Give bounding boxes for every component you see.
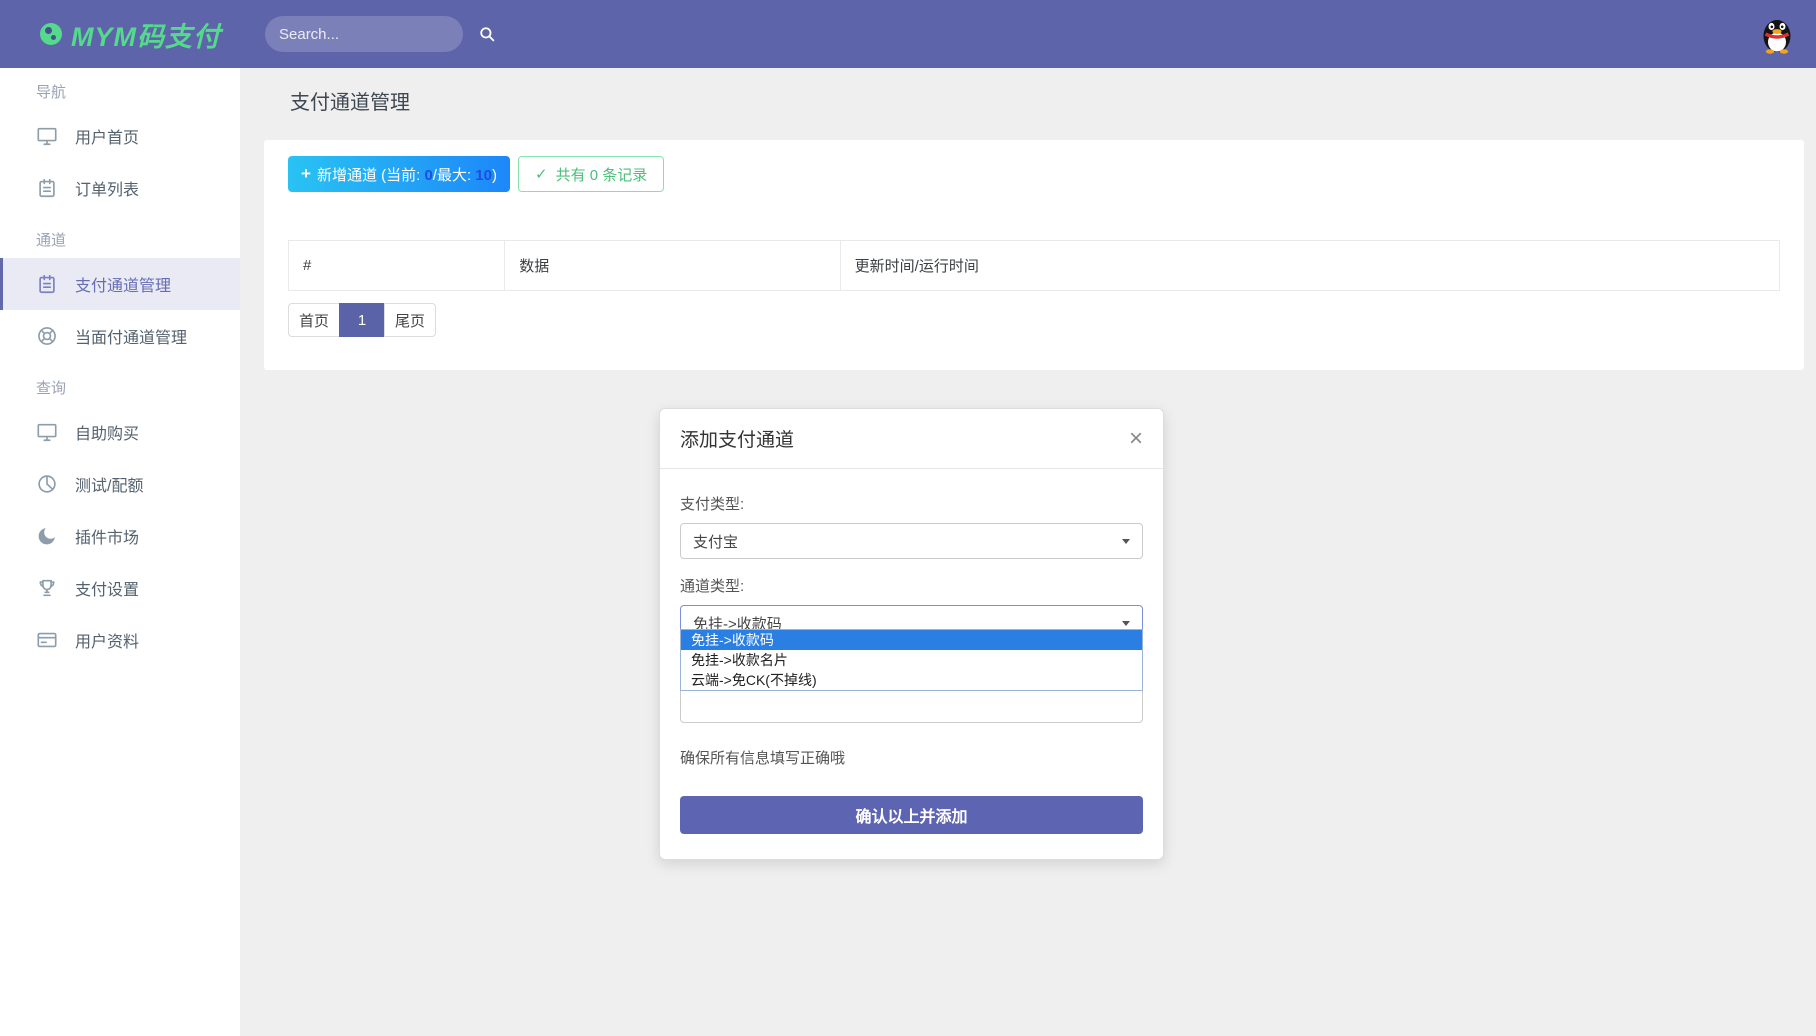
sidebar: 导航 用户首页 订单列表 通道 支付通道管理 当面付通道管理	[0, 68, 240, 1036]
check-icon: ✓	[535, 165, 548, 183]
dropdown-option-cloud[interactable]: 云端->免CK(不掉线)	[681, 670, 1142, 690]
table-header-time: 更新时间/运行时间	[840, 241, 1779, 291]
page-title: 支付通道管理	[290, 86, 410, 115]
topbar: MYM码支付	[0, 0, 1816, 68]
records-count-label: 共有 0 条记录	[556, 164, 648, 185]
table-header-data: 数据	[505, 241, 840, 291]
sidebar-item-test-quota[interactable]: 测试/配额	[0, 458, 240, 510]
dropdown-option-qr[interactable]: 免挂->收款码	[681, 630, 1142, 650]
pagination-first-button[interactable]: 首页	[288, 303, 340, 337]
modal-body: 支付类型: 支付宝 通道类型: 免挂->收款码 免挂->收款码 免挂->收款名片…	[660, 469, 1163, 834]
app-logo[interactable]: MYM码支付	[40, 0, 221, 68]
sidebar-section-channel: 通道	[0, 224, 240, 258]
avatar[interactable]	[1756, 13, 1798, 55]
max-count: 10	[475, 167, 492, 184]
sidebar-item-plugin-market[interactable]: 插件市场	[0, 510, 240, 562]
clipboard-icon	[36, 177, 58, 199]
pagination-page-1-button[interactable]: 1	[339, 303, 385, 337]
modal-note: 确保所有信息填写正确哦	[680, 747, 1143, 768]
sidebar-item-label: 订单列表	[75, 176, 139, 200]
sidebar-item-payment-channel-mgmt[interactable]: 支付通道管理	[0, 258, 240, 310]
pagination: 首页 1 尾页	[288, 303, 436, 337]
sidebar-item-self-purchase[interactable]: 自助购买	[0, 406, 240, 458]
sidebar-item-payment-settings[interactable]: 支付设置	[0, 562, 240, 614]
sidebar-item-label: 测试/配额	[75, 472, 143, 496]
logo-icon	[40, 23, 62, 45]
logo-text: MYM码支付	[71, 15, 221, 54]
table-header-row: # 数据 更新时间/运行时间	[289, 241, 1780, 291]
payment-type-select[interactable]: 支付宝	[680, 523, 1143, 559]
table-header-index: #	[289, 241, 505, 291]
chevron-down-icon	[1122, 539, 1130, 544]
channel-type-dropdown: 免挂->收款码 免挂->收款名片 云端->免CK(不掉线)	[680, 629, 1143, 691]
dropdown-option-card[interactable]: 免挂->收款名片	[681, 650, 1142, 670]
sidebar-item-label: 用户首页	[75, 124, 139, 148]
toolbar: + 新增通道 (当前: 0/最大: 10) ✓ 共有 0 条记录	[288, 156, 1780, 192]
close-icon[interactable]: ×	[1129, 427, 1143, 451]
sidebar-item-label: 当面付通道管理	[75, 324, 187, 348]
records-count-button[interactable]: ✓ 共有 0 条记录	[518, 156, 664, 192]
content-card: + 新增通道 (当前: 0/最大: 10) ✓ 共有 0 条记录 # 数据 更新…	[264, 140, 1804, 370]
search-input[interactable]	[279, 26, 478, 43]
penguin-avatar-icon	[1756, 13, 1798, 55]
id-card-icon	[36, 629, 58, 651]
sidebar-item-f2f-channel-mgmt[interactable]: 当面付通道管理	[0, 310, 240, 362]
channels-table: # 数据 更新时间/运行时间	[288, 240, 1780, 291]
sidebar-item-label: 支付通道管理	[75, 272, 171, 296]
clipboard-icon	[36, 273, 58, 295]
sidebar-item-label: 用户资料	[75, 628, 139, 652]
sidebar-section-nav: 导航	[0, 76, 240, 110]
search-icon[interactable]	[478, 25, 496, 43]
desktop-icon	[36, 421, 58, 443]
add-channel-modal: 添加支付通道 × 支付类型: 支付宝 通道类型: 免挂->收款码 免挂->收款码…	[659, 408, 1164, 860]
sidebar-item-label: 支付设置	[75, 576, 139, 600]
channel-type-label: 通道类型:	[680, 575, 1143, 596]
trophy-icon	[36, 577, 58, 599]
life-ring-icon	[36, 325, 58, 347]
sidebar-item-label: 插件市场	[75, 524, 139, 548]
screen: MYM码支付 导航	[0, 0, 1816, 1036]
confirm-add-button[interactable]: 确认以上并添加	[680, 796, 1143, 834]
sidebar-item-label: 自助购买	[75, 420, 139, 444]
desktop-icon	[36, 125, 58, 147]
pie-chart-icon	[36, 473, 58, 495]
moon-icon	[36, 525, 58, 547]
sidebar-item-order-list[interactable]: 订单列表	[0, 162, 240, 214]
payment-type-label: 支付类型:	[680, 493, 1143, 514]
plus-icon: +	[301, 164, 311, 184]
payment-type-value: 支付宝	[693, 531, 738, 552]
sidebar-item-user-profile[interactable]: 用户资料	[0, 614, 240, 666]
sidebar-section-query: 查询	[0, 372, 240, 406]
add-channel-button[interactable]: + 新增通道 (当前: 0/最大: 10)	[288, 156, 510, 192]
modal-header: 添加支付通道 ×	[660, 409, 1163, 469]
pagination-last-button[interactable]: 尾页	[384, 303, 436, 337]
sidebar-item-user-home[interactable]: 用户首页	[0, 110, 240, 162]
current-count: 0	[424, 167, 432, 184]
add-channel-label: 新增通道 (当前: 0/最大: 10)	[317, 164, 497, 185]
search-bar[interactable]	[265, 16, 463, 52]
chevron-down-icon	[1122, 621, 1130, 626]
modal-title: 添加支付通道	[680, 425, 794, 452]
